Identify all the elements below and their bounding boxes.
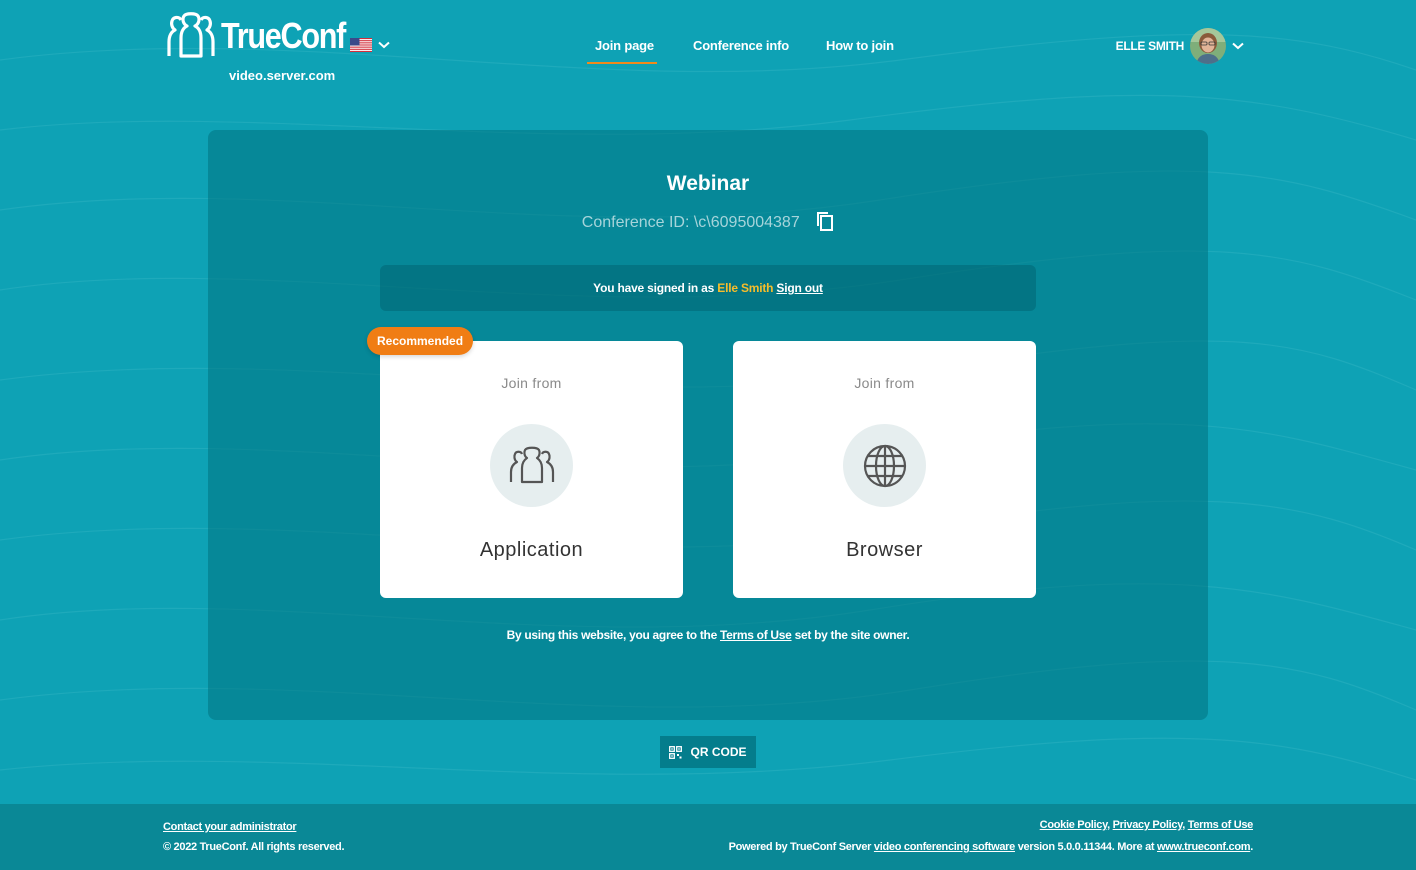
terms-notice: By using this website, you agree to the … [208, 628, 1208, 642]
terms-prefix: By using this website, you agree to the [506, 628, 718, 642]
us-flag-icon [350, 38, 372, 52]
nav-conference-info[interactable]: Conference info [693, 38, 789, 53]
chevron-down-icon [378, 41, 390, 49]
server-address: video.server.com [229, 68, 336, 83]
user-name: ELLE SMITH [1115, 39, 1185, 53]
join-browser-card[interactable]: Join from Browser [733, 341, 1036, 598]
avatar [1190, 28, 1226, 64]
globe-icon [843, 424, 926, 507]
signed-in-notice: You have signed in as Elle Smith Sign ou… [380, 265, 1036, 311]
qr-code-button[interactable]: QR CODE [660, 736, 756, 768]
nav-how-to-join[interactable]: How to join [826, 38, 894, 53]
terms-of-use-link[interactable]: Terms of Use [720, 628, 792, 642]
trueconf-logo-icon [167, 12, 215, 58]
browser-label: Browser [846, 539, 923, 561]
join-application-card[interactable]: Join from Application [380, 341, 683, 598]
footer-terms-link[interactable]: Terms of Use [1188, 819, 1254, 831]
language-selector[interactable] [350, 38, 390, 52]
conference-id-text: Conference ID: \c\6095004387 [581, 214, 800, 231]
join-from-label: Join from [854, 375, 915, 391]
join-panel: Webinar Conference ID: \c\6095004387 You… [208, 130, 1208, 720]
terms-suffix: set by the site owner. [794, 628, 910, 642]
signed-in-prefix: You have signed in as [593, 281, 715, 295]
nav-active-indicator [587, 62, 657, 64]
logo-text: TrueConf [221, 15, 346, 56]
trueconf-site-link[interactable]: www.trueconf.com [1157, 841, 1251, 853]
user-menu[interactable]: ELLE SMITH [1116, 28, 1244, 64]
nav-join-page[interactable]: Join page [595, 38, 654, 53]
vc-software-link[interactable]: video conferencing software [874, 841, 1015, 853]
conference-id: Conference ID: \c\6095004387 [208, 211, 1208, 236]
application-label: Application [479, 539, 584, 561]
cookie-policy-link[interactable]: Cookie Policy [1040, 819, 1108, 831]
signed-in-user: Elle Smith [717, 281, 774, 295]
copy-icon[interactable] [816, 211, 834, 236]
users-icon [490, 424, 573, 507]
copyright: © 2022 TrueConf. All rights reserved. [163, 841, 345, 853]
qr-code-label: QR CODE [690, 745, 747, 759]
powered-period: . [1250, 841, 1253, 853]
trueconf-logo[interactable]: TrueConf [165, 12, 367, 60]
qr-code-icon [669, 745, 683, 759]
policy-links: Cookie Policy, Privacy Policy, Terms of … [1039, 819, 1254, 831]
footer: Contact your administrator © 2022 TrueCo… [0, 804, 1416, 870]
join-from-label: Join from [501, 375, 562, 391]
powered-version: version 5.0.0.11344. More at [1017, 841, 1155, 853]
recommended-badge: Recommended [367, 327, 474, 355]
privacy-policy-link[interactable]: Privacy Policy [1113, 819, 1183, 831]
chevron-down-icon [1232, 42, 1244, 50]
powered-prefix: Powered by TrueConf Server [728, 841, 872, 853]
sign-out-link[interactable]: Sign out [776, 281, 823, 295]
contact-admin-link[interactable]: Contact your administrator [163, 821, 297, 833]
powered-by: Powered by TrueConf Server video confere… [728, 841, 1254, 853]
conference-title: Webinar [666, 172, 750, 195]
